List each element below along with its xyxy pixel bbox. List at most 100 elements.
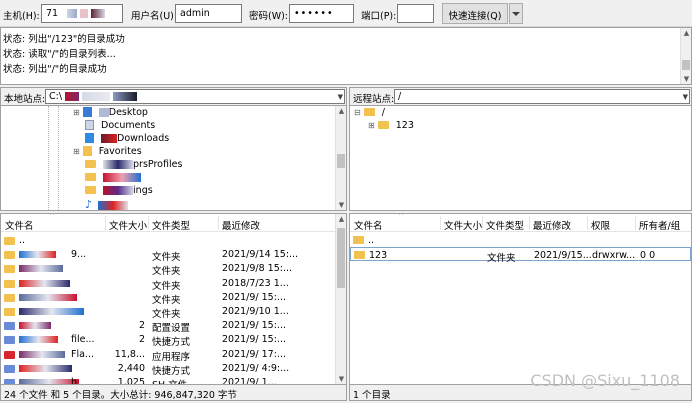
remote-path-input[interactable]: /: [394, 89, 690, 104]
col-header-owner[interactable]: 所有者/组: [639, 218, 680, 232]
col-header-size[interactable]: 文件大小: [109, 218, 147, 232]
column-divider[interactable]: [529, 216, 530, 230]
local-path-value: C:\: [49, 91, 63, 102]
obscured-text: [103, 173, 142, 182]
column-divider[interactable]: [105, 216, 106, 230]
scroll-thumb[interactable]: [337, 228, 345, 288]
cell-modified: 2021/9/ 17:...: [222, 348, 286, 360]
expand-icon[interactable]: ⊞: [73, 108, 80, 117]
expand-icon[interactable]: ⊞: [73, 147, 80, 156]
table-row[interactable]: 文件夹 2021/9/10 1...: [1, 304, 346, 320]
tree-item[interactable]: ⊞ Favorites: [73, 145, 142, 157]
table-row[interactable]: 文件夹 2021/9/8 15:...: [1, 261, 346, 277]
tree-guide-line: [48, 106, 49, 210]
folder-icon: [4, 265, 15, 274]
column-divider[interactable]: [148, 216, 149, 230]
host-label: 主机(H):: [3, 11, 40, 22]
port-label: 端口(P):: [361, 11, 397, 22]
col-header-modified[interactable]: 最近修改: [222, 218, 260, 232]
column-divider[interactable]: [440, 216, 441, 230]
table-row[interactable]: 文件夹 2018/7/23 1...: [1, 276, 346, 292]
obscured-text: [113, 92, 138, 101]
chevron-down-icon[interactable]: ▼: [338, 93, 343, 101]
host-input[interactable]: 71: [41, 4, 123, 23]
column-divider[interactable]: [218, 216, 219, 230]
tree-item[interactable]: Downloads: [85, 132, 169, 144]
folder-icon: [353, 236, 364, 244]
col-header-size[interactable]: 文件大小: [444, 218, 482, 232]
obscured-text: [19, 308, 84, 315]
cell-modified: 2021/9/14 15:...: [222, 249, 299, 261]
documents-icon: [85, 119, 94, 130]
obscured-text: [19, 265, 63, 273]
table-row[interactable]: ..: [350, 233, 691, 247]
sort-asc-icon: ^: [49, 213, 55, 220]
table-row[interactable]: ..: [1, 233, 346, 247]
quickconnect-button[interactable]: 快速连接(Q): [442, 3, 508, 24]
col-header-type[interactable]: 文件类型: [152, 218, 190, 232]
scroll-up-icon[interactable]: ▲: [336, 107, 346, 115]
expand-icon[interactable]: ⊞: [368, 121, 375, 130]
tree-item-label: /: [381, 107, 385, 118]
table-row[interactable]: 2 配置设置 2021/9/ 15:...: [1, 318, 346, 334]
scroll-down-icon[interactable]: ▼: [336, 375, 346, 383]
tree-item[interactable]: ⊞ Desktop: [73, 106, 148, 118]
scroll-down-icon[interactable]: ▼: [336, 201, 346, 209]
message-log: 状态: 列出"/123"的目录成功 状态: 读取"/"的目录列表... 状态: …: [0, 27, 692, 85]
local-tree-scrollbar[interactable]: ▲ ▼: [335, 106, 346, 210]
scroll-up-icon[interactable]: ▲: [681, 29, 692, 37]
cell-owner: 0 0: [640, 250, 656, 261]
cell-modified: 2021/9/ 4:9:...: [222, 362, 290, 374]
column-divider[interactable]: [635, 216, 636, 230]
scroll-down-icon[interactable]: ▼: [681, 75, 692, 83]
scroll-thumb[interactable]: [337, 154, 345, 168]
tree-item[interactable]: ings: [85, 185, 153, 196]
column-divider[interactable]: [587, 216, 588, 230]
log-line: 状态: 读取"/"的目录列表...: [3, 49, 116, 60]
table-row[interactable]: 2,440 快捷方式 2021/9/ 4:9:...: [1, 361, 346, 377]
table-row[interactable]: 9... 文件夹 2021/9/14 15:...: [1, 247, 346, 263]
tree-item[interactable]: [85, 172, 142, 183]
local-path-input[interactable]: C:\: [45, 89, 345, 104]
downloads-icon: [85, 132, 94, 143]
folder-icon: [4, 279, 15, 288]
table-row[interactable]: h 1,025 SH 文件 2021/9/ 1...: [1, 375, 346, 385]
password-input[interactable]: ••••••: [289, 4, 354, 23]
chevron-down-icon[interactable]: ▼: [683, 93, 688, 101]
table-row[interactable]: file... 2 快捷方式 2021/9/ 15:...: [1, 332, 346, 348]
tree-item[interactable]: Documents: [85, 119, 155, 131]
local-list-scrollbar[interactable]: ▲ ▼: [335, 214, 346, 384]
obscured-text: [82, 92, 111, 101]
cell-type: SH 文件: [152, 377, 187, 384]
tree-item[interactable]: ♪: [85, 198, 129, 211]
table-row[interactable]: 123 文件夹 2021/9/15... drwxrw... 0 0: [350, 247, 691, 264]
col-header-name[interactable]: 文件名: [5, 218, 34, 232]
music-icon: ♪: [85, 198, 93, 211]
col-header-type[interactable]: 文件类型: [486, 218, 524, 232]
cell-size: 1,025: [117, 377, 145, 385]
scroll-thumb[interactable]: [682, 60, 690, 70]
table-row[interactable]: 文件夹 2021/9/ 15:...: [1, 290, 346, 306]
quickconnect-dropdown[interactable]: [509, 3, 523, 24]
remote-list-header: 文件名 ^ 文件大小 文件类型 最近修改 权限 所有者/组: [350, 214, 691, 232]
port-input[interactable]: [397, 4, 434, 23]
local-site-label: 本地站点:: [4, 94, 46, 105]
tree-item[interactable]: ⊞ 123: [368, 120, 414, 131]
remote-file-list: 文件名 ^ 文件大小 文件类型 最近修改 权限 所有者/组 .. 123 文件夹 20…: [349, 213, 692, 385]
cell-name: h: [71, 377, 78, 385]
col-header-modified[interactable]: 最近修改: [533, 218, 571, 232]
collapse-icon[interactable]: ⊟: [354, 108, 361, 117]
tree-item-root[interactable]: ⊟ /: [354, 107, 385, 118]
log-scrollbar[interactable]: ▲ ▼: [680, 28, 691, 84]
column-divider[interactable]: [482, 216, 483, 230]
obscured-text: [65, 92, 80, 101]
tree-item[interactable]: prsProfiles: [85, 159, 182, 170]
col-header-name[interactable]: 文件名: [354, 218, 383, 232]
file-icon: [4, 350, 15, 359]
table-row[interactable]: Fla... 11,8... 应用程序 2021/9/ 17:...: [1, 347, 346, 363]
username-input[interactable]: admin: [175, 4, 242, 23]
file-icon: [4, 322, 15, 331]
desktop-icon: [82, 106, 92, 117]
col-header-permissions[interactable]: 权限: [591, 218, 610, 232]
scroll-up-icon[interactable]: ▲: [336, 215, 346, 223]
